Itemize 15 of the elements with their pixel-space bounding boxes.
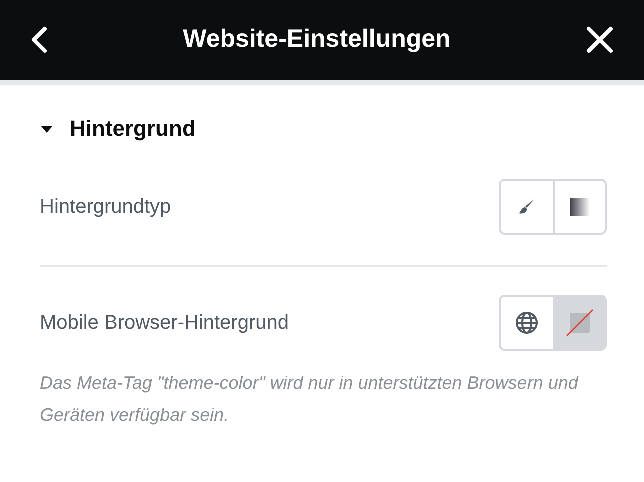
close-icon: [586, 26, 614, 54]
brush-icon: [517, 197, 537, 217]
section-toggle[interactable]: Hintergrund: [40, 118, 196, 140]
globe-icon: [515, 311, 539, 335]
back-button[interactable]: [30, 26, 48, 54]
back-icon: [30, 26, 48, 54]
caret-icon: [40, 124, 54, 134]
no-color-icon: [566, 309, 594, 337]
control-label: Hintergrundtyp: [40, 195, 172, 220]
close-button[interactable]: [586, 26, 614, 54]
help-text: Das Meta-Tag "theme-color" wird nur in unterstützten Browsern und Geräten verfügbar sein.: [40, 372, 580, 427]
option-button[interactable]: [553, 181, 605, 233]
window-title: Website-Einstellungen: [183, 24, 451, 56]
gradient-icon: [569, 197, 591, 217]
control-label: Mobile Browser-Hintergrund: [40, 311, 289, 336]
